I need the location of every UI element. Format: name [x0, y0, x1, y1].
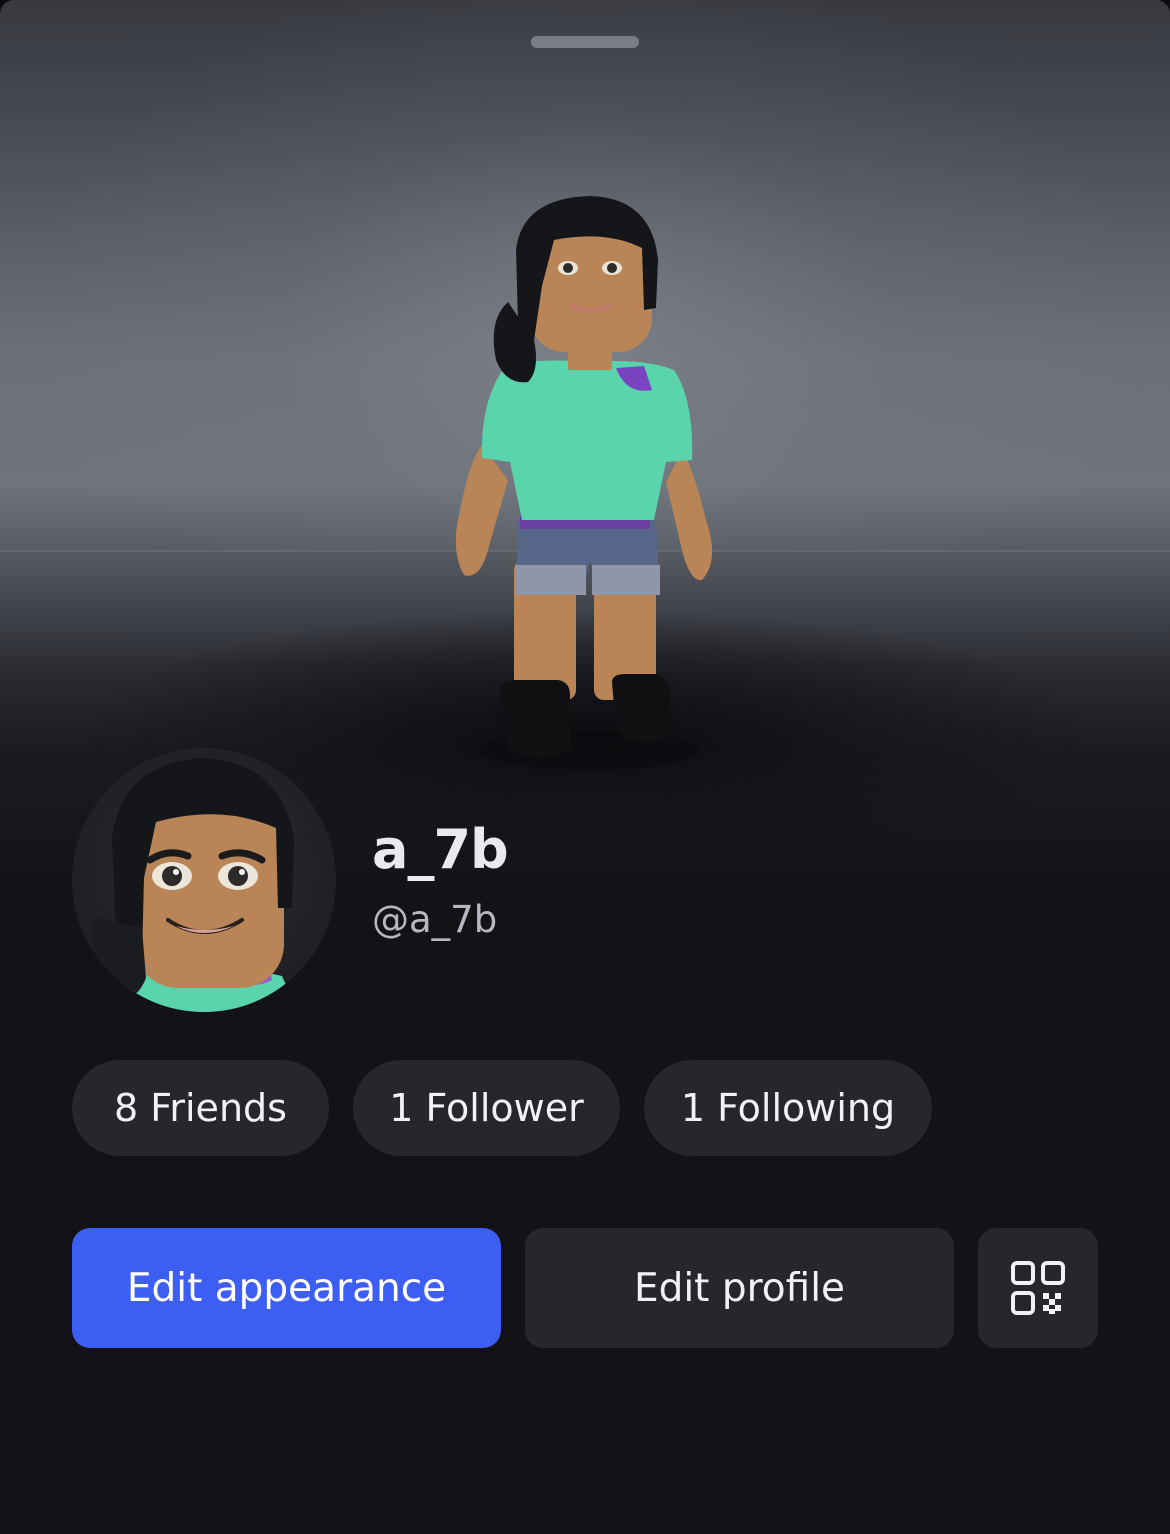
friends-count-pill[interactable]: 8 Friends: [72, 1060, 329, 1156]
following-count-pill[interactable]: 1 Following: [644, 1060, 932, 1156]
followers-count-pill[interactable]: 1 Follower: [353, 1060, 620, 1156]
profile-sheet: a_7b @a_7b 8 Friends 1 Follower 1 Follow…: [0, 0, 1170, 1534]
qr-code-icon: [1011, 1261, 1065, 1315]
avatar-headshot-image: [91, 758, 298, 1012]
avatar-headshot[interactable]: [72, 748, 336, 1012]
edit-profile-button[interactable]: Edit profile: [525, 1228, 954, 1348]
display-name: a_7b: [372, 818, 509, 881]
edit-appearance-button[interactable]: Edit appearance: [72, 1228, 501, 1348]
drag-handle[interactable]: [531, 36, 639, 48]
qr-code-button[interactable]: [978, 1228, 1098, 1348]
username: @a_7b: [372, 898, 498, 941]
avatar-full-body: [455, 196, 713, 770]
